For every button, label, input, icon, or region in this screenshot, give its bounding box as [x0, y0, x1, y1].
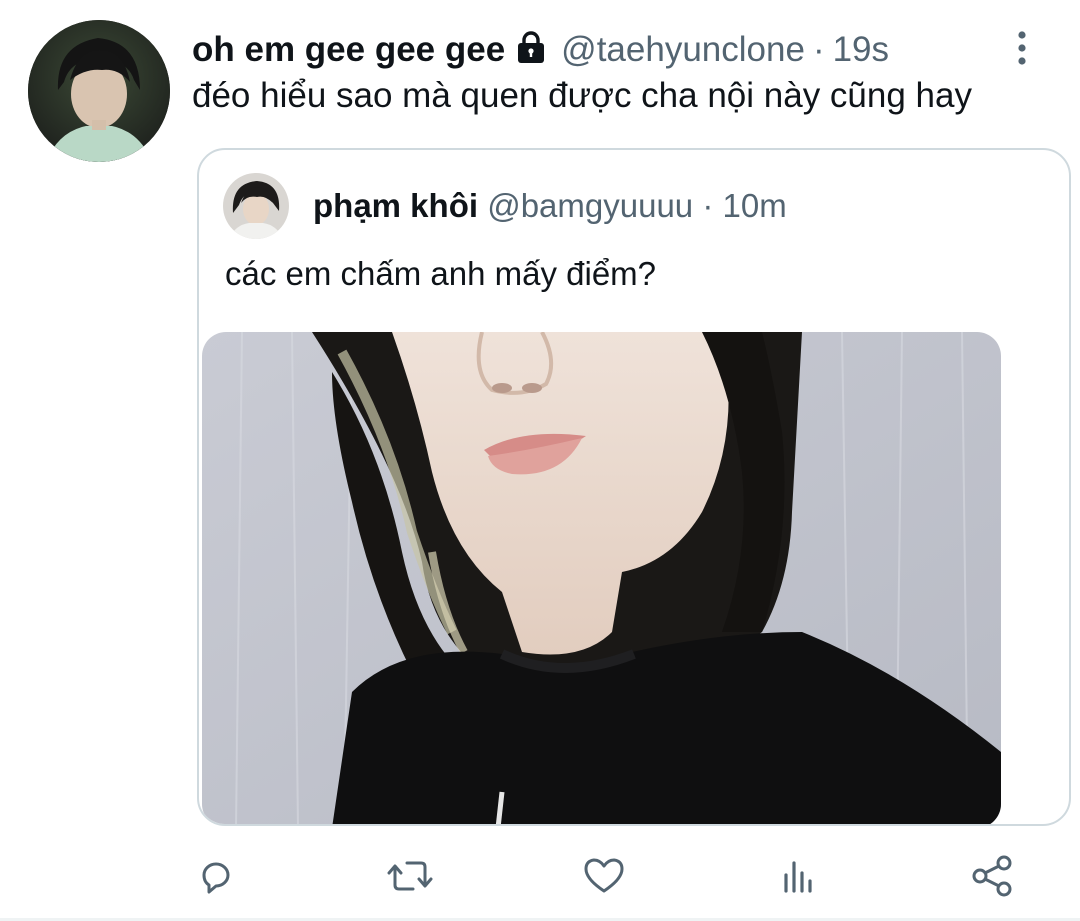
like-button[interactable]	[574, 846, 634, 906]
author-display-name[interactable]: oh em gee gee gee	[192, 26, 505, 74]
tweet-timestamp[interactable]: 19s	[833, 26, 889, 74]
quoted-author-display-name[interactable]: phạm khôi	[313, 187, 478, 224]
lock-icon	[513, 29, 549, 65]
photo-image	[202, 332, 1001, 824]
tweet-header: oh em gee gee gee @taehyunclone · 19s	[192, 26, 889, 74]
quoted-tweet-photo[interactable]	[202, 332, 1001, 824]
author-avatar[interactable]	[28, 20, 170, 162]
quoted-tweet-header: phạm khôi @bamgyuuuu · 10m	[313, 184, 787, 228]
author-avatar-image	[28, 20, 170, 162]
share-icon	[972, 855, 1012, 897]
quoted-tweet-timestamp[interactable]: 10m	[723, 187, 787, 224]
separator-dot: ·	[812, 30, 825, 69]
analytics-icon	[784, 861, 812, 893]
quoted-separator-dot: ·	[702, 187, 714, 224]
quoted-tweet-card[interactable]: phạm khôi @bamgyuuuu · 10m các em chấm a…	[197, 148, 1071, 826]
reply-icon	[202, 862, 230, 894]
more-vertical-icon	[1018, 31, 1026, 65]
quoted-tweet-text: các em chấm anh mấy điểm?	[225, 255, 657, 292]
reply-button[interactable]	[186, 846, 246, 906]
quoted-author-handle[interactable]: @bamgyuuuu	[487, 187, 693, 224]
quoted-author-avatar[interactable]	[223, 173, 289, 239]
more-options-button[interactable]	[1004, 26, 1040, 70]
quoted-avatar-image	[223, 173, 289, 239]
retweet-icon	[387, 861, 433, 891]
tweet-text: đéo hiểu sao mà quen được cha nội này cũ…	[192, 76, 972, 115]
heart-icon	[584, 858, 624, 893]
share-button[interactable]	[962, 846, 1022, 906]
analytics-button[interactable]	[768, 846, 828, 906]
tweet-actions	[0, 846, 1080, 906]
retweet-button[interactable]	[380, 846, 440, 906]
author-handle[interactable]: @taehyunclone	[561, 26, 805, 74]
